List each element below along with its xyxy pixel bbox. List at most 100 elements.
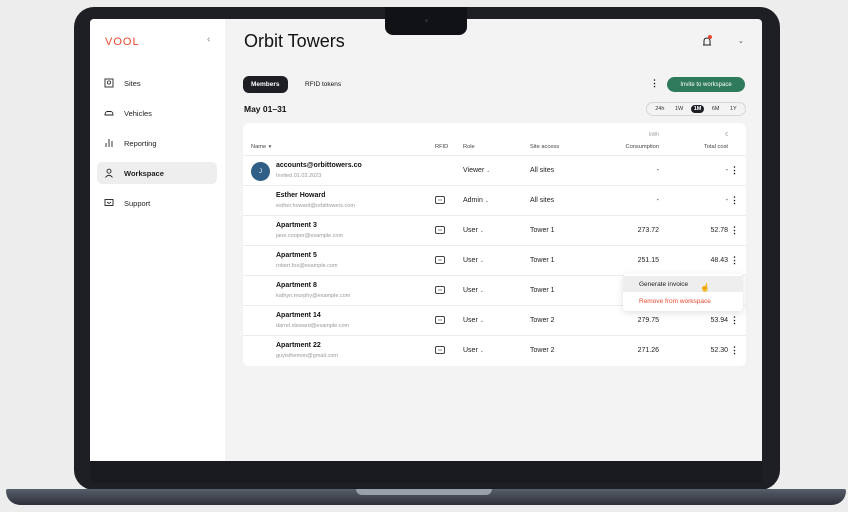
chevron-down-icon: ⌄ [479, 228, 484, 234]
table-row[interactable]: Jaccounts@orbittowers.co Invited 01.03.20… [243, 155, 746, 185]
page-title: Orbit Towers [244, 31, 345, 51]
map-pin-icon [104, 78, 114, 88]
role-value: Viewer [463, 167, 485, 174]
role-dropdown[interactable]: User ⌄ [463, 287, 484, 294]
column-header-consumption: Consumption [625, 144, 659, 150]
chevron-down-icon: ⌄ [486, 168, 491, 174]
chevron-down-icon: ⌄ [479, 348, 484, 354]
rfid-card-icon: ▭ [435, 256, 445, 264]
role-value: User [463, 287, 478, 294]
member-email: robert.fox@example.com [276, 263, 338, 269]
row-more-icon[interactable]: ⋮ [730, 315, 739, 326]
total-cost-value: 52.30 [710, 347, 728, 354]
sidebar-item-support[interactable]: Support [97, 192, 217, 214]
member-email: kathyn.murphy@example.com [276, 293, 351, 299]
member-name: Apartment 8 [276, 282, 317, 289]
site-access: All sites [530, 167, 555, 174]
site-access: All sites [530, 197, 555, 204]
chevron-down-icon: ⌄ [479, 258, 484, 264]
role-value: User [463, 317, 478, 324]
laptop-chin [90, 461, 762, 483]
member-name: Esther Howard [276, 192, 326, 199]
total-cost-value: 48.43 [710, 257, 728, 264]
member-name: Apartment 22 [276, 342, 321, 349]
sidebar-item-label: Workspace [124, 168, 164, 178]
role-dropdown[interactable]: User ⌄ [463, 227, 484, 234]
row-more-icon[interactable]: ⋮ [730, 195, 739, 206]
member-email: esther.howard@orbittowers.com [276, 203, 355, 209]
date-range-label: May 01–31 [244, 104, 287, 114]
account-menu-chevron-icon[interactable]: ⌄ [738, 37, 744, 45]
sidebar-item-reporting[interactable]: Reporting [97, 132, 217, 154]
member-name: Apartment 3 [276, 222, 317, 229]
rfid-card-icon: ▭ [435, 226, 445, 234]
row-more-icon[interactable]: ⋮ [730, 255, 739, 266]
total-cost-value: - [725, 197, 728, 204]
row-more-icon[interactable]: ⋮ [730, 165, 739, 176]
role-dropdown[interactable]: Viewer ⌄ [463, 167, 490, 174]
tab-members[interactable]: Members [243, 76, 288, 93]
member-email: darrel.steward@example.com [276, 323, 350, 329]
rfid-card-icon: ▭ [435, 286, 445, 294]
role-dropdown[interactable]: User ⌄ [463, 347, 484, 354]
invite-to-workspace-button[interactable]: Invite to workspace [667, 77, 745, 92]
sidebar: VOOL ‹ Sites Vehicles Reporting Workspac… [90, 19, 225, 461]
role-value: User [463, 257, 478, 264]
laptop-hinge [356, 489, 492, 495]
consumption-value: - [656, 167, 659, 174]
table-row[interactable]: Apartment 5 robert.fox@example.com ▭ User ⌄ T… [243, 245, 746, 275]
rfid-card-icon: ▭ [435, 196, 445, 204]
camera-icon [425, 19, 428, 22]
member-name: accounts@orbittowers.co [276, 162, 362, 169]
role-dropdown[interactable]: User ⌄ [463, 317, 484, 324]
site-access: Tower 1 [530, 257, 555, 264]
hand-cursor-icon: ☝ [700, 283, 710, 292]
row-more-icon[interactable]: ⋮ [730, 225, 739, 236]
row-more-icon[interactable]: ⋮ [730, 345, 739, 356]
consumption-value: 273.72 [637, 227, 659, 234]
member-name: Apartment 14 [276, 312, 321, 319]
table-row[interactable]: Esther Howard esther.howard@orbittowers.c… [243, 185, 746, 215]
user-icon [105, 168, 113, 178]
role-dropdown[interactable]: User ⌄ [463, 257, 484, 264]
column-unit-euro: € [725, 132, 728, 138]
chevron-down-icon: ⌄ [479, 318, 484, 324]
period-selector: 24h 1W 1M 6M 1Y [646, 102, 746, 116]
sort-down-icon: ▼ [267, 144, 273, 149]
column-header-name-label: Name [251, 144, 267, 150]
period-1m[interactable]: 1M [690, 105, 705, 113]
site-access: Tower 1 [530, 227, 555, 234]
role-value: User [463, 347, 478, 354]
table-row[interactable]: Apartment 3 jane.cooper@example.com ▭ User ⌄… [243, 215, 746, 245]
site-access: Tower 2 [530, 347, 555, 354]
app-screen: VOOL ‹ Sites Vehicles Reporting Workspac… [90, 19, 762, 461]
bar-chart-icon [105, 139, 113, 147]
collapse-sidebar-icon[interactable]: ‹ [207, 34, 210, 45]
sidebar-item-vehicles[interactable]: Vehicles [97, 102, 217, 124]
period-24h[interactable]: 24h [652, 105, 667, 113]
total-cost-value: 52.78 [710, 227, 728, 234]
generate-invoice-menu-item[interactable]: Generate invoice [623, 276, 743, 292]
column-header-name[interactable]: Name ▼ [251, 144, 272, 150]
sidebar-item-label: Support [124, 198, 151, 208]
site-access: Tower 2 [530, 317, 555, 324]
chevron-down-icon: ⌄ [479, 288, 484, 294]
period-1w[interactable]: 1W [672, 105, 686, 113]
tab-rfid-tokens[interactable]: RFID tokens [297, 76, 349, 93]
remove-from-workspace-menu-item[interactable]: Remove from workspace [623, 293, 743, 309]
vool-logo[interactable]: VOOL [105, 36, 140, 48]
role-value: Admin [463, 197, 483, 204]
role-dropdown[interactable]: Admin ⌄ [463, 197, 489, 204]
period-1y[interactable]: 1Y [727, 105, 740, 113]
avatar: J [251, 162, 270, 181]
sidebar-item-workspace[interactable]: Workspace [97, 162, 217, 184]
column-header-rfid: RFID [435, 144, 449, 150]
period-6m[interactable]: 6M [709, 105, 723, 113]
sidebar-item-sites[interactable]: Sites [97, 72, 217, 94]
consumption-value: 279.75 [637, 317, 659, 324]
more-options-icon[interactable]: ⋮ [650, 78, 659, 89]
sidebar-item-label: Vehicles [124, 108, 152, 118]
member-email: jane.cooper@example.com [276, 233, 344, 239]
member-name: Apartment 5 [276, 252, 317, 259]
table-row[interactable]: Apartment 22 guyisthemon@gmail.com ▭ User ⌄ T… [243, 335, 746, 365]
